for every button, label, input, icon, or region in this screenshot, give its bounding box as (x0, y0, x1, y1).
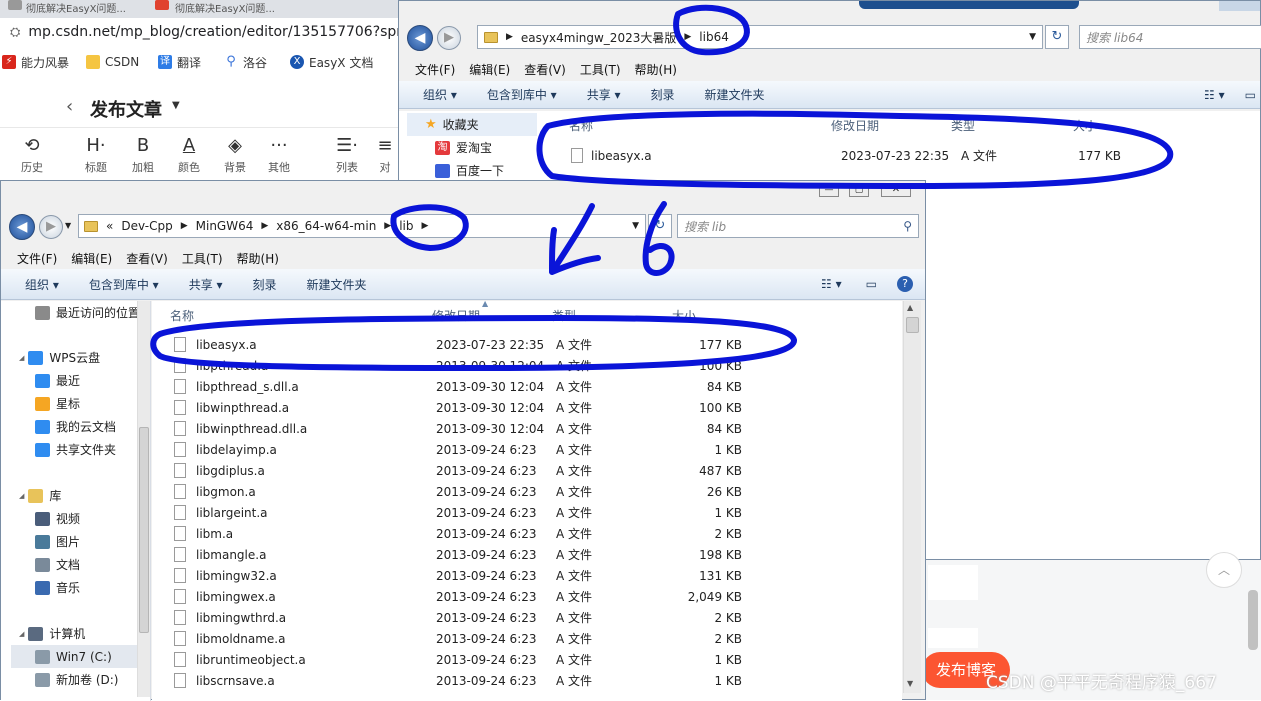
ink-circle-libeasyx-front (150, 315, 797, 371)
ink-circle-lib (390, 204, 469, 251)
ink-annotations (150, 4, 1174, 371)
ink-circle-lib64 (673, 4, 750, 56)
ink-arrow (549, 203, 601, 275)
ink-digit-6 (642, 201, 675, 276)
ink-circle-libeasyx-back (536, 110, 1174, 189)
